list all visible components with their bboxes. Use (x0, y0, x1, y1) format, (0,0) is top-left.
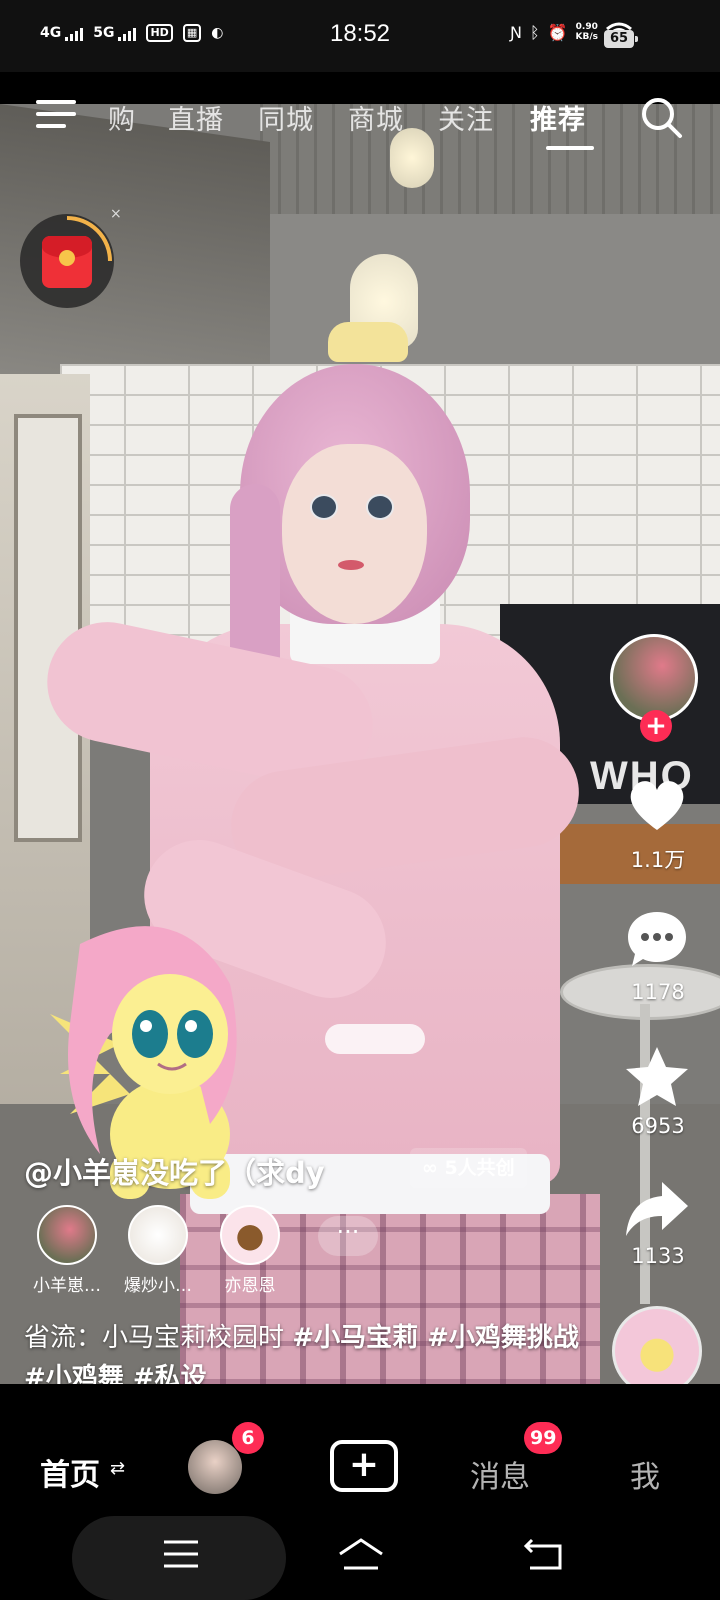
tab-shop[interactable]: 购 (108, 98, 136, 137)
comment-count: 1178 (631, 980, 685, 1004)
tab-nearby[interactable]: 同城 (258, 98, 314, 137)
ceiling-lamp (390, 128, 434, 188)
speed-unit: KB/s (575, 32, 598, 42)
author-name[interactable]: @小羊崽没吃了（求dy (24, 1150, 325, 1192)
share-count: 1133 (631, 1244, 685, 1268)
home-icon[interactable] (336, 1534, 386, 1574)
nav-messages[interactable]: 消息 (470, 1452, 530, 1496)
comment-icon[interactable] (624, 906, 690, 972)
nav-home[interactable]: 首页 (40, 1450, 100, 1494)
cocreator-avatar-2[interactable] (128, 1205, 188, 1265)
tab-mall[interactable]: 商城 (348, 98, 404, 137)
recents-icon[interactable] (156, 1534, 206, 1574)
create-button[interactable]: + (330, 1440, 398, 1492)
network-speed: 0.90 KB/s (576, 22, 598, 42)
tab-following[interactable]: 关注 (438, 98, 494, 137)
music-disc-icon[interactable] (612, 1306, 702, 1396)
nav-friends-avatar[interactable] (188, 1440, 242, 1494)
nav-me[interactable]: 我 (630, 1452, 660, 1496)
cocreator-avatar-1[interactable] (37, 1205, 97, 1265)
description-text: 省流：小马宝莉校园时 (24, 1323, 285, 1353)
nfc-icon: Ɲ (510, 22, 522, 42)
cocreator-avatar-3[interactable] (220, 1205, 280, 1265)
cocreate-icon: ∞ (422, 1157, 445, 1179)
favorite-count: 6953 (631, 1114, 685, 1138)
like-count: 1.1万 (630, 848, 686, 872)
author-avatar[interactable] (610, 634, 698, 722)
battery-icon: 65 (604, 30, 638, 48)
cocreator-name-2: 爆炒小… (124, 1276, 192, 1296)
switch-icon[interactable]: ⇄ (110, 1458, 125, 1479)
menu-icon[interactable] (36, 100, 76, 132)
follow-button[interactable]: + (640, 710, 672, 742)
active-tab-indicator (546, 146, 594, 150)
face (282, 444, 427, 624)
bluetooth-icon: ᛒ (529, 22, 540, 42)
cocreator-name-3: 亦恩恩 (224, 1276, 276, 1296)
sweater-ribbon (325, 1024, 425, 1054)
share-icon[interactable] (624, 1176, 690, 1242)
cocreate-label: 5人共创 (444, 1157, 515, 1179)
friends-badge: 6 (232, 1422, 264, 1454)
cocreate-badge[interactable]: ∞ 5人共创 (410, 1148, 527, 1188)
alarm-icon: ⏰ (547, 22, 568, 42)
heart-icon[interactable] (624, 772, 690, 838)
more-cocreators-button[interactable]: ··· (318, 1216, 378, 1256)
left-eye (310, 494, 338, 520)
search-icon[interactable] (640, 96, 684, 140)
cocreator-name-1: 小羊崽… (33, 1276, 101, 1296)
lips (338, 560, 364, 570)
status-bar: 4G 5G HD ▦ ◐ 18:52 Ɲ ᛒ ⏰ 0.90 KB/s 65 (0, 0, 720, 72)
messages-badge: 99 (524, 1422, 563, 1454)
tab-live[interactable]: 直播 (168, 98, 224, 137)
back-icon[interactable] (520, 1534, 570, 1574)
close-icon[interactable]: × (110, 206, 122, 222)
red-packet-coin (59, 250, 75, 266)
right-eye (366, 494, 394, 520)
speed-value: 0.90 (575, 22, 598, 32)
star-icon[interactable] (624, 1044, 690, 1110)
hair-bow (328, 322, 408, 362)
tab-recommend[interactable]: 推荐 (530, 98, 586, 137)
